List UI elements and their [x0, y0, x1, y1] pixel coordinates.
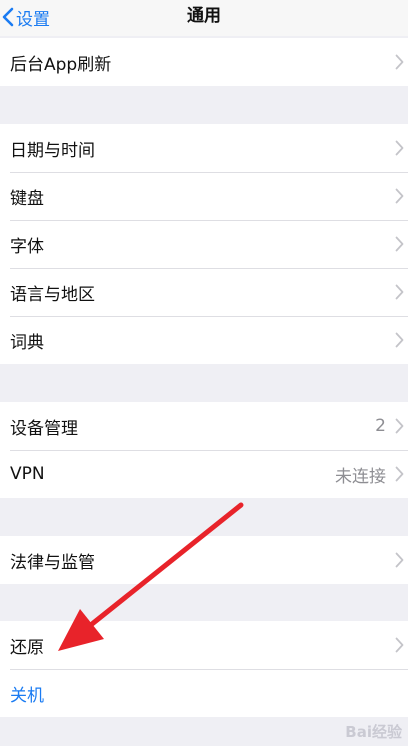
- watermark: Bai经验: [345, 723, 402, 741]
- annotation-arrow: [58, 502, 244, 651]
